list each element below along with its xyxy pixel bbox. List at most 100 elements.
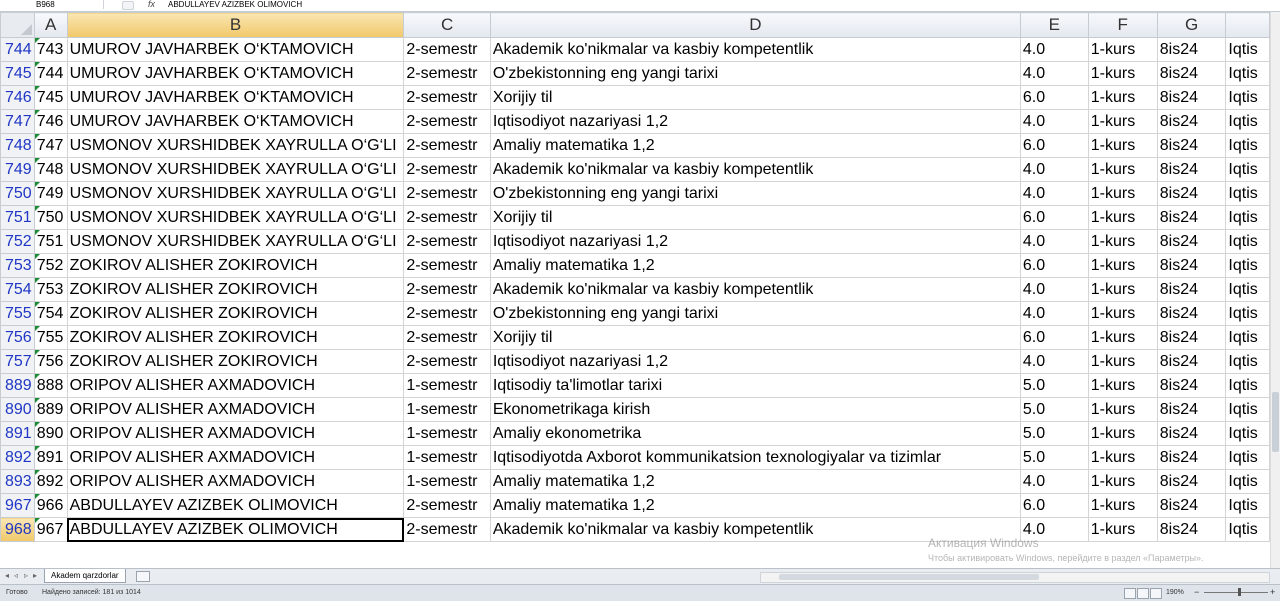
- cell-a[interactable]: 889: [33, 397, 68, 422]
- cell-c[interactable]: 2-semestr: [403, 325, 491, 350]
- cell-b[interactable]: UMUROV JAVHARBEK O‘KTAMOVICH: [66, 37, 405, 62]
- cell-f[interactable]: 1-kurs: [1087, 253, 1158, 278]
- column-header-g[interactable]: G: [1156, 12, 1227, 38]
- cell-f[interactable]: 1-kurs: [1087, 133, 1158, 158]
- cell-g[interactable]: 8is24: [1156, 157, 1227, 182]
- select-all-button[interactable]: [0, 12, 35, 38]
- formula-input[interactable]: ABDULLAYEV AZIZBEK OLIMOVICH: [168, 0, 302, 9]
- row-header[interactable]: 748: [0, 133, 35, 158]
- cell-f[interactable]: 1-kurs: [1087, 301, 1158, 326]
- prev-sheet-icon[interactable]: ◃: [12, 571, 20, 581]
- cell-b[interactable]: ABDULLAYEV AZIZBEK OLIMOVICH: [66, 493, 405, 518]
- cell-g[interactable]: 8is24: [1156, 277, 1227, 302]
- cell-g[interactable]: 8is24: [1156, 253, 1227, 278]
- column-header-d[interactable]: D: [489, 12, 1021, 38]
- formula-bar-button[interactable]: [122, 1, 134, 10]
- cell-e[interactable]: 4.0: [1019, 157, 1089, 182]
- cell-e[interactable]: 6.0: [1019, 253, 1089, 278]
- fx-icon[interactable]: fx: [148, 0, 155, 9]
- cell-d[interactable]: Amaliy ekonometrika: [489, 421, 1021, 446]
- cell-d[interactable]: Xorijiy til: [489, 85, 1021, 110]
- row-header[interactable]: 890: [0, 397, 35, 422]
- cell-f[interactable]: 1-kurs: [1087, 205, 1158, 230]
- cell-e[interactable]: 4.0: [1019, 301, 1089, 326]
- cell-d[interactable]: Iqtisodiyot nazariyasi 1,2: [489, 229, 1021, 254]
- cell-d[interactable]: Amaliy matematika 1,2: [489, 253, 1021, 278]
- row-header[interactable]: 891: [0, 421, 35, 446]
- cell-c[interactable]: 2-semestr: [403, 349, 491, 374]
- cell-c[interactable]: 2-semestr: [403, 301, 491, 326]
- cell-d[interactable]: Iqtisodiyotda Axborot kommunikatsion tex…: [489, 445, 1021, 470]
- cell-b[interactable]: ORIPOV ALISHER AXMADOVICH: [66, 421, 405, 446]
- cell-a[interactable]: 890: [33, 421, 68, 446]
- cell-g[interactable]: 8is24: [1156, 349, 1227, 374]
- cell-g[interactable]: 8is24: [1156, 325, 1227, 350]
- cell-e[interactable]: 5.0: [1019, 421, 1089, 446]
- cell-g[interactable]: 8is24: [1156, 37, 1227, 62]
- cell-a[interactable]: 891: [33, 445, 68, 470]
- cell-e[interactable]: 6.0: [1019, 85, 1089, 110]
- cell-b[interactable]: USMONOV XURSHIDBEK XAYRULLA O‘G‘LI: [66, 229, 405, 254]
- cell-h[interactable]: Iqtis: [1225, 109, 1270, 134]
- insert-sheet-icon[interactable]: [136, 571, 150, 582]
- cell-c[interactable]: 1-semestr: [403, 445, 491, 470]
- cell-e[interactable]: 4.0: [1019, 517, 1089, 542]
- cell-d[interactable]: Iqtisodiyot nazariyasi 1,2: [489, 109, 1021, 134]
- cell-c[interactable]: 2-semestr: [403, 61, 491, 86]
- cell-f[interactable]: 1-kurs: [1087, 157, 1158, 182]
- cell-b[interactable]: USMONOV XURSHIDBEK XAYRULLA O‘G‘LI: [66, 157, 405, 182]
- cell-a[interactable]: 750: [33, 205, 68, 230]
- first-sheet-icon[interactable]: ◂: [3, 571, 11, 581]
- cell-b[interactable]: ABDULLAYEV AZIZBEK OLIMOVICH: [66, 517, 405, 542]
- cell-g[interactable]: 8is24: [1156, 373, 1227, 398]
- cell-e[interactable]: 5.0: [1019, 445, 1089, 470]
- row-header[interactable]: 968: [0, 517, 35, 542]
- column-header-h[interactable]: [1225, 12, 1270, 38]
- cell-d[interactable]: Akademik ko'nikmalar va kasbiy kompetent…: [489, 517, 1021, 542]
- cell-g[interactable]: 8is24: [1156, 397, 1227, 422]
- cell-f[interactable]: 1-kurs: [1087, 493, 1158, 518]
- cell-g[interactable]: 8is24: [1156, 229, 1227, 254]
- cell-c[interactable]: 2-semestr: [403, 85, 491, 110]
- cell-h[interactable]: Iqtis: [1225, 157, 1270, 182]
- cell-d[interactable]: O'zbekistonning eng yangi tarixi: [489, 61, 1021, 86]
- cell-h[interactable]: Iqtis: [1225, 37, 1270, 62]
- cell-h[interactable]: Iqtis: [1225, 421, 1270, 446]
- row-header[interactable]: 746: [0, 85, 35, 110]
- row-header[interactable]: 892: [0, 445, 35, 470]
- row-header[interactable]: 967: [0, 493, 35, 518]
- cell-g[interactable]: 8is24: [1156, 205, 1227, 230]
- cell-a[interactable]: 752: [33, 253, 68, 278]
- cell-g[interactable]: 8is24: [1156, 469, 1227, 494]
- cell-d[interactable]: Akademik ko'nikmalar va kasbiy kompetent…: [489, 277, 1021, 302]
- cell-c[interactable]: 2-semestr: [403, 37, 491, 62]
- cell-h[interactable]: Iqtis: [1225, 301, 1270, 326]
- cell-d[interactable]: Amaliy matematika 1,2: [489, 133, 1021, 158]
- cell-h[interactable]: Iqtis: [1225, 397, 1270, 422]
- cell-h[interactable]: Iqtis: [1225, 349, 1270, 374]
- cell-f[interactable]: 1-kurs: [1087, 349, 1158, 374]
- cell-e[interactable]: 4.0: [1019, 349, 1089, 374]
- cell-a[interactable]: 749: [33, 181, 68, 206]
- cell-h[interactable]: Iqtis: [1225, 205, 1270, 230]
- cell-h[interactable]: Iqtis: [1225, 325, 1270, 350]
- cell-a[interactable]: 743: [33, 37, 68, 62]
- cell-g[interactable]: 8is24: [1156, 301, 1227, 326]
- cell-d[interactable]: Amaliy matematika 1,2: [489, 469, 1021, 494]
- cell-e[interactable]: 4.0: [1019, 229, 1089, 254]
- vertical-scrollbar[interactable]: [1270, 12, 1280, 568]
- cell-b[interactable]: UMUROV JAVHARBEK O‘KTAMOVICH: [66, 61, 405, 86]
- column-header-b[interactable]: B: [66, 12, 405, 38]
- cell-g[interactable]: 8is24: [1156, 181, 1227, 206]
- row-header[interactable]: 754: [0, 277, 35, 302]
- cell-c[interactable]: 1-semestr: [403, 421, 491, 446]
- cell-h[interactable]: Iqtis: [1225, 373, 1270, 398]
- cell-e[interactable]: 5.0: [1019, 397, 1089, 422]
- cell-h[interactable]: Iqtis: [1225, 229, 1270, 254]
- cell-f[interactable]: 1-kurs: [1087, 445, 1158, 470]
- cell-f[interactable]: 1-kurs: [1087, 517, 1158, 542]
- column-header-c[interactable]: C: [403, 12, 491, 38]
- cell-b[interactable]: ZOKIROV ALISHER ZOKIROVICH: [66, 277, 405, 302]
- cell-b[interactable]: ZOKIROV ALISHER ZOKIROVICH: [66, 349, 405, 374]
- row-header[interactable]: 747: [0, 109, 35, 134]
